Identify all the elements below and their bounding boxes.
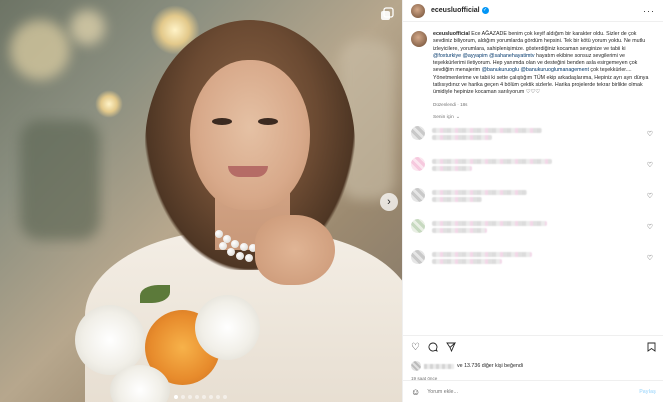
flower-bouquet xyxy=(70,285,270,402)
verified-badge-icon: ✓ xyxy=(481,7,489,14)
carousel-dot xyxy=(209,395,213,399)
list-item: ♡ xyxy=(411,218,655,250)
mention-link[interactable]: @banukuruoglumanagement xyxy=(521,67,589,73)
next-image-button[interactable]: › xyxy=(380,193,398,211)
caption: eceusluofficial Ece AĞAZADE benim çok ke… xyxy=(403,22,663,107)
post-side-panel: eceusluofficial ✓ ··· eceusluofficial Ec… xyxy=(402,0,663,402)
heart-icon[interactable]: ♡ xyxy=(647,223,653,231)
likes-summary[interactable]: ve 13.736 diğer kişi beğendi xyxy=(411,361,656,371)
mention-link[interactable]: @banukuruoglu xyxy=(482,67,519,73)
carousel-dot xyxy=(188,395,192,399)
mention-link[interactable]: @sahanehayatimtv xyxy=(489,53,534,59)
list-item: ♡ xyxy=(411,156,655,188)
username[interactable]: eceusluofficial xyxy=(431,7,480,14)
eye xyxy=(212,118,232,125)
avatar[interactable] xyxy=(411,218,425,233)
chevron-down-icon: ⌄ xyxy=(455,114,460,120)
caption-username[interactable]: eceusluofficial xyxy=(433,31,470,37)
carousel-dot xyxy=(202,395,206,399)
smile-icon[interactable]: ☺ xyxy=(411,387,420,397)
mention-link[interactable]: @ayyapim xyxy=(463,53,488,59)
list-item: ♡ xyxy=(411,187,655,219)
face xyxy=(190,60,310,210)
carousel-dots xyxy=(174,395,227,399)
list-item: ♡ xyxy=(411,249,655,281)
carousel-dot xyxy=(181,395,185,399)
add-comment-bar: ☺ Paylaş xyxy=(403,380,663,402)
avatar[interactable] xyxy=(411,3,425,18)
caption-text: eceusluofficial Ece AĞAZADE benim çok ke… xyxy=(433,31,651,97)
lamp-glow xyxy=(95,90,123,118)
likes-count-text: ve 13.736 diğer kişi beğendi xyxy=(457,363,523,369)
blurred-username xyxy=(424,363,454,369)
comment-input[interactable] xyxy=(427,388,578,395)
comment-icon[interactable] xyxy=(428,342,438,355)
comment-list: ♡ ♡ ♡ ♡ ♡ xyxy=(403,125,663,281)
post-photo[interactable]: › xyxy=(0,0,402,402)
post-header: eceusluofficial ✓ ··· xyxy=(403,0,663,22)
heart-icon[interactable]: ♡ xyxy=(647,130,653,138)
bokeh-light xyxy=(10,20,70,80)
carousel-dot xyxy=(174,395,178,399)
post-comment-button[interactable]: Paylaş xyxy=(639,389,656,395)
carousel-dot xyxy=(223,395,227,399)
senin-icin-label: Senin için xyxy=(433,114,454,120)
heart-icon[interactable]: ♡ xyxy=(647,192,653,200)
carousel-dot xyxy=(216,395,220,399)
avatar[interactable] xyxy=(411,125,425,140)
heart-icon[interactable]: ♡ xyxy=(647,254,653,262)
senin-icin-filter[interactable]: Senin için ⌄ xyxy=(403,115,663,120)
list-item: ♡ xyxy=(411,125,655,157)
carousel-dot xyxy=(195,395,199,399)
eye xyxy=(258,118,278,125)
edited-time: Düzenlendi · 18s xyxy=(433,101,468,107)
bokeh-light xyxy=(70,10,105,45)
avatar xyxy=(411,361,421,371)
heart-icon[interactable]: ♡ xyxy=(647,161,653,169)
smile xyxy=(228,166,268,177)
ellipsis-icon[interactable]: ··· xyxy=(643,6,655,16)
avatar[interactable] xyxy=(411,156,425,171)
mention-link[interactable]: @foxturkiye xyxy=(433,53,461,59)
heart-icon[interactable]: ♡ xyxy=(411,343,420,353)
share-icon[interactable] xyxy=(446,342,457,355)
hand xyxy=(255,215,335,285)
caption-body: Ece AĞAZADE benim çok keyif aldığım bir … xyxy=(433,31,648,95)
bookmark-icon[interactable] xyxy=(647,342,656,355)
background-plant xyxy=(20,120,100,240)
post-actions: ♡ ve 13.736 diğer kişi beğendi 19 saat ö… xyxy=(403,335,663,381)
avatar[interactable] xyxy=(411,187,425,202)
avatar[interactable] xyxy=(411,31,427,47)
avatar[interactable] xyxy=(411,249,425,264)
carousel-icon xyxy=(380,7,394,21)
